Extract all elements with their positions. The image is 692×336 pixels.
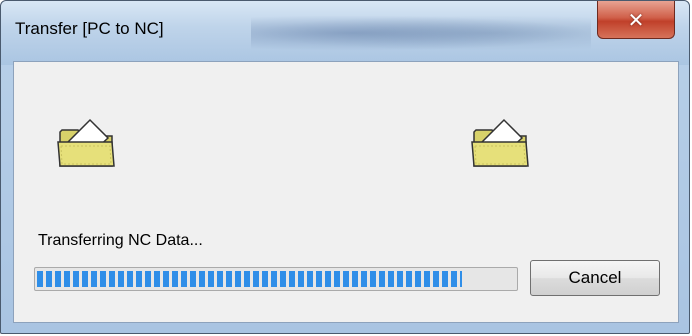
title-bar[interactable]: Transfer [PC to NC] ✕: [1, 1, 689, 65]
cancel-button[interactable]: Cancel: [530, 260, 660, 296]
transfer-status-text: Transferring NC Data...: [38, 232, 203, 249]
transfer-progress-bar: [34, 267, 518, 291]
dialog-body: Transferring NC Data... Cancel: [13, 61, 679, 323]
source-folder-icon: [57, 118, 115, 167]
close-button[interactable]: ✕: [597, 1, 675, 39]
background-blur: [251, 15, 591, 51]
transfer-dialog: Transfer [PC to NC] ✕ Transferring NC Da…: [0, 0, 690, 334]
progress-fill: [37, 271, 462, 287]
destination-folder-icon: [471, 118, 529, 167]
window-title: Transfer [PC to NC]: [15, 19, 164, 38]
close-icon: ✕: [627, 7, 645, 32]
